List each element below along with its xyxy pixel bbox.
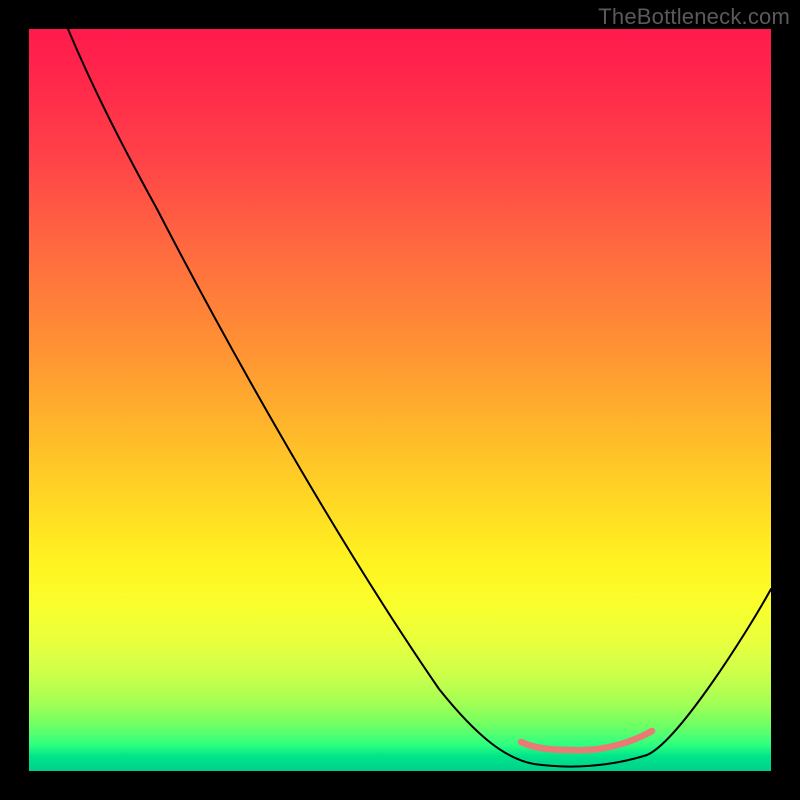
chart-frame: TheBottleneck.com [0, 0, 800, 800]
plateau-path [521, 731, 652, 750]
curve-path [68, 29, 771, 767]
watermark-text: TheBottleneck.com [598, 4, 790, 30]
bottleneck-curve [29, 29, 771, 771]
plot-area [29, 29, 771, 771]
